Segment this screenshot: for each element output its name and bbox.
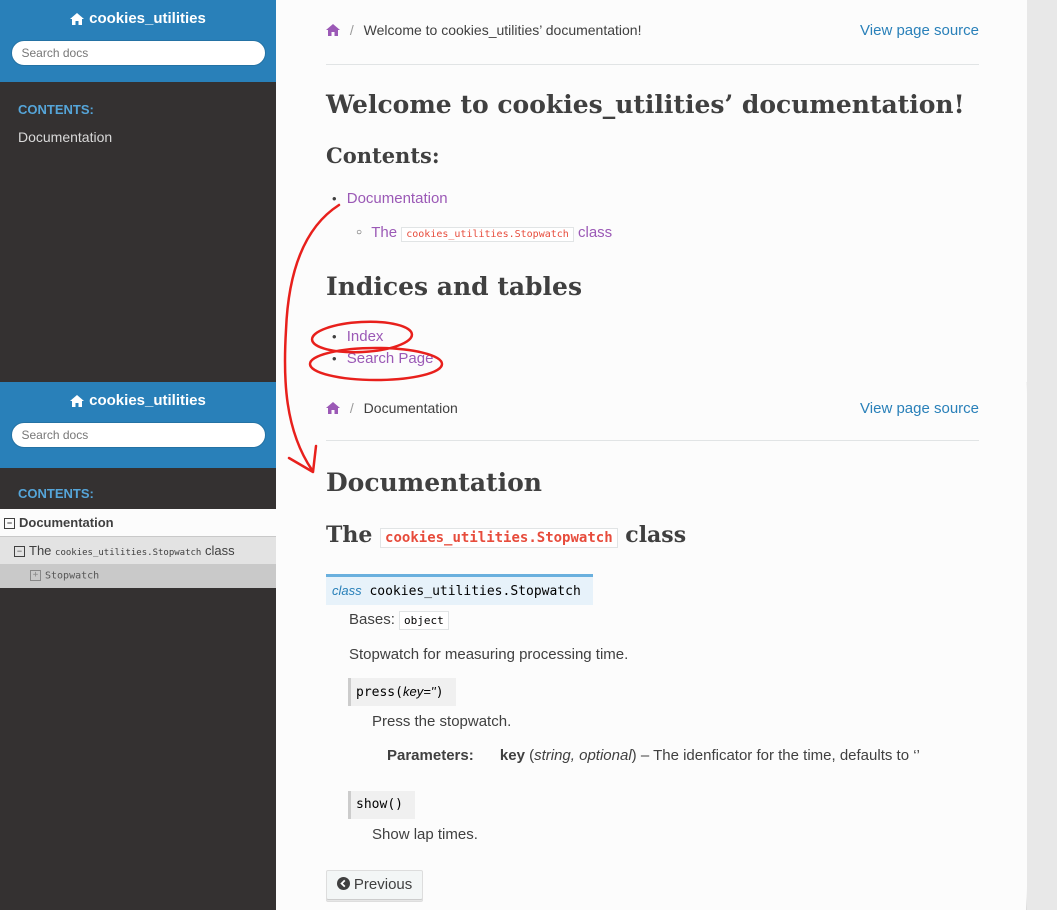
main-content: / Welcome to cookies_utilities’ document… xyxy=(276,0,1026,382)
toc-sublist-item: ○ The cookies_utilities.Stopwatch class xyxy=(356,224,613,242)
toc-link-documentation[interactable]: Documentation xyxy=(347,190,448,207)
method-signature-show: show() xyxy=(348,791,415,819)
breadcrumb: / Documentation View page source xyxy=(326,400,979,420)
nav-label: Stopwatch xyxy=(45,570,100,582)
index-list-item: • Index xyxy=(332,328,383,345)
method-signature-press: press(key='') xyxy=(348,678,456,706)
divider xyxy=(326,64,979,65)
press-description: Press the stopwatch. xyxy=(372,713,512,730)
breadcrumb-separator: / xyxy=(349,400,354,416)
sidebar-item-stopwatch-class[interactable]: − The cookies_utilities.Stopwatch class xyxy=(0,537,276,564)
breadcrumb-current: Documentation xyxy=(363,400,458,416)
signature-name: cookies_utilities.Stopwatch xyxy=(369,584,581,599)
inline-code: cookies_utilities.Stopwatch xyxy=(401,227,574,242)
indices-heading: Indices and tables xyxy=(326,272,583,301)
home-icon xyxy=(70,394,85,407)
toc-link-stopwatch-class[interactable]: The cookies_utilities.Stopwatch class xyxy=(371,224,613,242)
param-entry: key (string, optional) – The idenficator… xyxy=(499,747,920,764)
breadcrumb-separator: / xyxy=(349,22,354,38)
search-list-item: • Search Page xyxy=(332,350,433,367)
bases-line: Bases: object xyxy=(349,611,449,630)
sidebar-item-stopwatch[interactable]: + Stopwatch xyxy=(0,564,276,588)
project-title: cookies_utilities xyxy=(89,392,206,409)
link-text: The xyxy=(371,224,398,241)
home-icon[interactable] xyxy=(326,24,340,36)
project-home-link[interactable]: cookies_utilities xyxy=(70,392,206,409)
home-icon xyxy=(70,12,85,25)
project-title: cookies_utilities xyxy=(89,10,206,27)
main-content: / Documentation View page source Documen… xyxy=(276,382,1026,910)
heading-text: class xyxy=(625,522,687,548)
method-params: key='' xyxy=(402,684,436,699)
nav-label: class xyxy=(204,543,235,558)
method-name: press xyxy=(356,685,396,700)
heading-text: The xyxy=(326,522,373,548)
bullet-dot: • xyxy=(332,191,337,206)
previous-button[interactable]: Previous xyxy=(326,870,423,902)
nav-label: The xyxy=(29,543,52,558)
section-heading: The cookies_utilities.Stopwatch class xyxy=(326,522,686,548)
param-name: key xyxy=(499,747,525,764)
toc-list-item: • Documentation xyxy=(332,190,448,207)
parameters-label: Parameters: xyxy=(387,747,474,764)
search-input[interactable] xyxy=(10,39,266,66)
sidebar-header: cookies_utilities xyxy=(0,382,276,468)
minus-square-icon[interactable]: − xyxy=(14,546,25,558)
sidebar-header: cookies_utilities xyxy=(0,0,276,82)
right-gutter xyxy=(1027,382,1057,910)
divider xyxy=(326,440,979,441)
search-page-link[interactable]: Search Page xyxy=(347,350,434,367)
sidebar-contents-caption: CONTENTS: xyxy=(18,486,94,501)
sidebar: cookies_utilities CONTENTS: −Documentati… xyxy=(0,382,276,910)
view-page-source-link[interactable]: View page source xyxy=(860,22,979,39)
contents-heading: Contents: xyxy=(326,143,440,168)
bullet-dot: • xyxy=(332,351,337,366)
home-icon[interactable] xyxy=(326,402,340,414)
page-title: Welcome to cookies_utilities’ documentat… xyxy=(326,90,965,119)
bullet-dot: • xyxy=(332,329,337,344)
class-description: Stopwatch for measuring processing time. xyxy=(349,646,629,663)
bases-value: object xyxy=(399,611,449,630)
right-gutter xyxy=(1027,0,1057,382)
show-description: Show lap times. xyxy=(372,826,478,843)
sidebar-contents-caption: CONTENTS: xyxy=(18,102,94,117)
bases-label: Bases: xyxy=(349,611,395,628)
inline-code: cookies_utilities.Stopwatch xyxy=(380,528,618,548)
chevron-circle-left-icon xyxy=(336,877,350,890)
view-page-source-link[interactable]: View page source xyxy=(860,400,979,417)
sidebar-item-documentation[interactable]: Documentation xyxy=(0,123,276,151)
nav-code: cookies_utilities.Stopwatch xyxy=(55,548,202,558)
method-name: show xyxy=(356,797,388,812)
link-text: class xyxy=(577,224,613,241)
signature-keyword: class xyxy=(332,583,362,598)
page-title: Documentation xyxy=(326,468,542,497)
search-input[interactable] xyxy=(10,421,266,448)
sidebar-item-documentation[interactable]: − Documentation xyxy=(0,509,276,537)
index-link[interactable]: Index xyxy=(347,328,384,345)
plus-square-icon[interactable]: + xyxy=(30,570,41,581)
screenshot-welcome-page: cookies_utilities CONTENTS: Documentatio… xyxy=(0,0,1057,382)
param-type: string, optional xyxy=(534,747,632,764)
minus-square-icon[interactable]: − xyxy=(4,518,15,530)
param-description: – The idenficator for the time, defaults… xyxy=(640,747,920,764)
project-home-link[interactable]: cookies_utilities xyxy=(70,10,206,27)
parameters-field: Parameters: key (string, optional) – The… xyxy=(387,747,920,764)
nav-label: Documentation xyxy=(19,515,114,530)
breadcrumb: / Welcome to cookies_utilities’ document… xyxy=(326,22,979,42)
bullet-circle: ○ xyxy=(356,227,363,238)
sidebar: cookies_utilities CONTENTS: Documentatio… xyxy=(0,0,276,382)
class-signature: class cookies_utilities.Stopwatch xyxy=(326,574,593,605)
breadcrumb-current: Welcome to cookies_utilities’ documentat… xyxy=(363,22,642,38)
screenshot-documentation-page: cookies_utilities CONTENTS: −Documentati… xyxy=(0,382,1057,910)
previous-label: Previous xyxy=(353,876,413,893)
